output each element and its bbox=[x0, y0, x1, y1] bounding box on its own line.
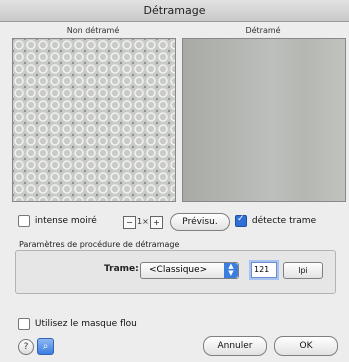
unit-button[interactable]: lpi bbox=[283, 262, 323, 279]
screen-type-value: <Classique> bbox=[149, 265, 208, 275]
descreened-preview-label: Détramé bbox=[245, 26, 281, 35]
moire-pattern bbox=[13, 39, 175, 201]
detect-screen-row[interactable]: détecte trame bbox=[235, 214, 345, 231]
search-icon[interactable]: ⌕ bbox=[37, 338, 54, 355]
intense-moire-label: intense moiré bbox=[34, 216, 97, 226]
zoom-level: 1× bbox=[137, 217, 149, 226]
original-preview-image[interactable] bbox=[12, 38, 176, 202]
cancel-button[interactable]: Annuler bbox=[203, 336, 267, 356]
ok-button[interactable]: OK bbox=[274, 336, 338, 356]
descreened-preview-image[interactable] bbox=[182, 38, 346, 202]
procedure-group-label: Paramètres de procédure de détramage bbox=[19, 240, 180, 249]
unsharp-mask-label: Utilisez le masque flou bbox=[34, 319, 137, 329]
window-title: Détramage bbox=[0, 0, 349, 22]
unsharp-mask-row[interactable]: Utilisez le masque flou bbox=[18, 318, 198, 334]
intense-moire-row[interactable]: intense moiré bbox=[18, 215, 118, 231]
original-preview-label: Non détramé bbox=[66, 26, 120, 35]
zoom-out-button[interactable]: − bbox=[123, 216, 136, 229]
screen-label: Trame: bbox=[104, 264, 139, 274]
help-icon[interactable]: ? bbox=[18, 339, 34, 355]
preview-button[interactable]: Prévisu. bbox=[170, 213, 230, 231]
chevron-updown-icon: ▲ ▼ bbox=[224, 263, 238, 278]
intense-moire-checkbox[interactable] bbox=[18, 215, 30, 227]
unsharp-mask-checkbox[interactable] bbox=[18, 318, 30, 330]
detect-screen-checkbox[interactable] bbox=[235, 214, 247, 227]
descreen-dialog: Détramage Non détramé Détramé intense mo… bbox=[0, 0, 349, 362]
detect-screen-label: détecte trame bbox=[251, 216, 317, 226]
screen-type-select[interactable]: <Classique> ▲ ▼ bbox=[140, 262, 239, 279]
zoom-in-button[interactable]: + bbox=[150, 216, 163, 229]
lpi-input[interactable]: 121 bbox=[251, 262, 277, 278]
